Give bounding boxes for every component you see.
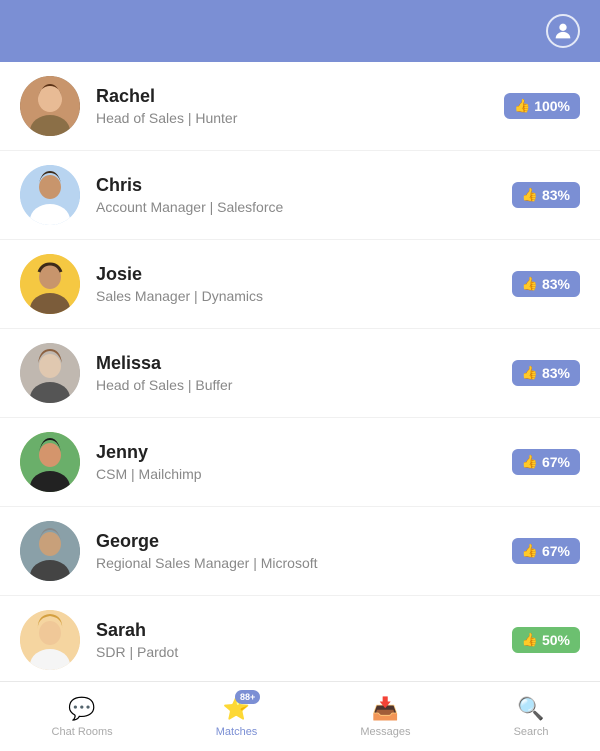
match-name-chris: Chris	[96, 175, 512, 196]
match-score-jenny: 👍 67%	[512, 449, 580, 475]
match-info-sarah: Sarah SDR | Pardot	[96, 620, 512, 660]
nav-icon-chat-rooms: 💬	[68, 696, 95, 722]
thumb-icon: 👍	[522, 543, 538, 559]
thumb-icon: 👍	[522, 276, 538, 292]
match-role-chris: Account Manager | Salesforce	[96, 199, 512, 215]
match-name-josie: Josie	[96, 264, 512, 285]
avatar-jenny	[20, 432, 80, 492]
match-name-rachel: Rachel	[96, 86, 504, 107]
avatar-chris	[20, 165, 80, 225]
nav-item-chat-rooms[interactable]: 💬 Chat Rooms	[40, 688, 125, 746]
bottom-nav: 💬 Chat Rooms ⭐88+ Matches 📥 Messages 🔍 S…	[0, 681, 600, 751]
match-info-george: George Regional Sales Manager | Microsof…	[96, 531, 512, 571]
match-list: Rachel Head of Sales | Hunter 👍 100% Chr…	[0, 62, 600, 681]
match-item-rachel[interactable]: Rachel Head of Sales | Hunter 👍 100%	[0, 62, 600, 151]
header	[0, 0, 600, 62]
profile-icon[interactable]	[546, 14, 580, 48]
thumb-icon: 👍	[522, 454, 538, 470]
match-info-josie: Josie Sales Manager | Dynamics	[96, 264, 512, 304]
match-role-melissa: Head of Sales | Buffer	[96, 377, 512, 393]
nav-badge-matches: 88+	[235, 690, 260, 704]
match-item-chris[interactable]: Chris Account Manager | Salesforce 👍 83%	[0, 151, 600, 240]
match-score-josie: 👍 83%	[512, 271, 580, 297]
match-item-sarah[interactable]: Sarah SDR | Pardot 👍 50%	[0, 596, 600, 681]
thumb-icon: 👍	[522, 365, 538, 381]
match-item-george[interactable]: George Regional Sales Manager | Microsof…	[0, 507, 600, 596]
nav-icon-messages: 📥	[372, 696, 399, 722]
match-info-jenny: Jenny CSM | Mailchimp	[96, 442, 512, 482]
match-role-sarah: SDR | Pardot	[96, 644, 512, 660]
match-role-rachel: Head of Sales | Hunter	[96, 110, 504, 126]
match-item-melissa[interactable]: Melissa Head of Sales | Buffer 👍 83%	[0, 329, 600, 418]
match-name-george: George	[96, 531, 512, 552]
match-role-jenny: CSM | Mailchimp	[96, 466, 512, 482]
nav-icon-matches: ⭐88+	[223, 696, 250, 722]
match-score-george: 👍 67%	[512, 538, 580, 564]
nav-item-matches[interactable]: ⭐88+ Matches	[204, 688, 270, 746]
match-score-chris: 👍 83%	[512, 182, 580, 208]
match-role-george: Regional Sales Manager | Microsoft	[96, 555, 512, 571]
match-item-jenny[interactable]: Jenny CSM | Mailchimp 👍 67%	[0, 418, 600, 507]
thumb-icon: 👍	[514, 98, 530, 114]
avatar-rachel	[20, 76, 80, 136]
avatar-melissa	[20, 343, 80, 403]
match-info-rachel: Rachel Head of Sales | Hunter	[96, 86, 504, 126]
avatar-josie	[20, 254, 80, 314]
match-score-rachel: 👍 100%	[504, 93, 580, 119]
match-item-josie[interactable]: Josie Sales Manager | Dynamics 👍 83%	[0, 240, 600, 329]
match-role-josie: Sales Manager | Dynamics	[96, 288, 512, 304]
match-name-melissa: Melissa	[96, 353, 512, 374]
avatar-george	[20, 521, 80, 581]
nav-icon-search: 🔍	[517, 696, 544, 722]
nav-item-messages[interactable]: 📥 Messages	[348, 688, 422, 746]
match-score-sarah: 👍 50%	[512, 627, 580, 653]
match-name-sarah: Sarah	[96, 620, 512, 641]
match-score-melissa: 👍 83%	[512, 360, 580, 386]
nav-label-search: Search	[514, 726, 549, 738]
nav-label-chat-rooms: Chat Rooms	[52, 726, 113, 738]
nav-item-search[interactable]: 🔍 Search	[502, 688, 561, 746]
nav-label-matches: Matches	[216, 726, 258, 738]
thumb-icon: 👍	[522, 187, 538, 203]
match-name-jenny: Jenny	[96, 442, 512, 463]
match-info-melissa: Melissa Head of Sales | Buffer	[96, 353, 512, 393]
avatar-sarah	[20, 610, 80, 670]
thumb-icon: 👍	[522, 632, 538, 648]
nav-label-messages: Messages	[360, 726, 410, 738]
match-info-chris: Chris Account Manager | Salesforce	[96, 175, 512, 215]
